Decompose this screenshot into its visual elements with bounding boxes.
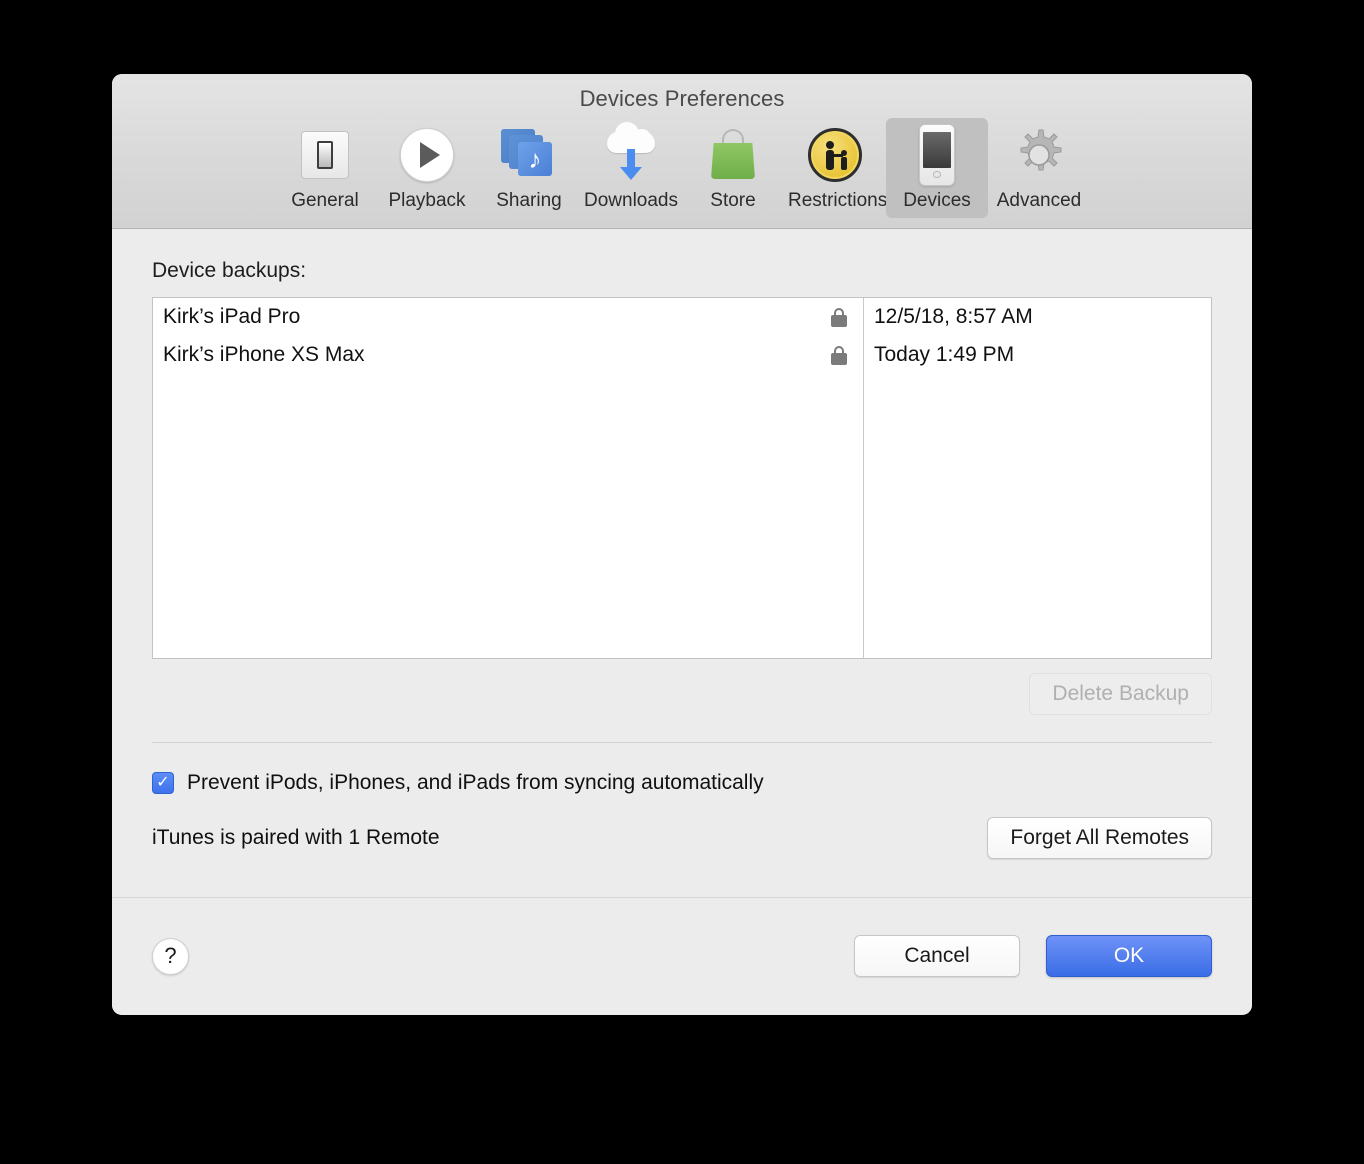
- toolbar-tab-restrictions-label: Restrictions: [788, 190, 882, 212]
- prevent-sync-checkbox[interactable]: ✓: [152, 772, 174, 794]
- delete-backup-button[interactable]: Delete Backup: [1029, 673, 1212, 715]
- backup-date: 12/5/18, 8:57 AM: [863, 305, 1033, 329]
- general-switch-icon: [278, 124, 372, 186]
- column-divider: [863, 298, 864, 658]
- devices-preferences-window: Devices Preferences General Playback ♪ S…: [112, 74, 1252, 1015]
- toolbar-tab-general-label: General: [278, 190, 372, 212]
- toolbar-tab-playback[interactable]: Playback: [376, 118, 478, 218]
- toolbar-tab-devices-label: Devices: [890, 190, 984, 212]
- toolbar-tab-playback-label: Playback: [380, 190, 474, 212]
- ok-button[interactable]: OK: [1046, 935, 1212, 977]
- prevent-sync-row[interactable]: ✓ Prevent iPods, iPhones, and iPads from…: [152, 743, 1212, 795]
- backup-date: Today 1:49 PM: [863, 343, 1014, 367]
- table-row[interactable]: Kirk’s iPad Pro 12/5/18, 8:57 AM: [153, 298, 1211, 336]
- toolbar-tab-restrictions[interactable]: Restrictions: [784, 118, 886, 218]
- backup-device-name: Kirk’s iPad Pro: [163, 305, 815, 329]
- backup-device-name: Kirk’s iPhone XS Max: [163, 343, 815, 367]
- toolbar-tab-downloads[interactable]: Downloads: [580, 118, 682, 218]
- music-stack-icon: ♪: [482, 124, 576, 186]
- parental-controls-icon: [788, 124, 882, 186]
- iphone-icon: [890, 124, 984, 186]
- shopping-bag-icon: [686, 124, 780, 186]
- prevent-sync-label: Prevent iPods, iPhones, and iPads from s…: [187, 771, 764, 795]
- toolbar-tab-advanced[interactable]: Advanced: [988, 118, 1090, 218]
- delete-backup-row: Delete Backup: [152, 659, 1212, 715]
- lock-icon: [815, 346, 863, 365]
- cloud-download-icon: [584, 124, 678, 186]
- remote-status-text: iTunes is paired with 1 Remote: [152, 826, 440, 850]
- dialog-footer: ? Cancel OK: [112, 897, 1252, 1014]
- toolbar-tab-devices[interactable]: Devices: [886, 118, 988, 218]
- device-backups-label: Device backups:: [152, 229, 1212, 297]
- help-button[interactable]: ?: [152, 938, 189, 975]
- footer-button-group: Cancel OK: [854, 935, 1212, 977]
- forget-all-remotes-button[interactable]: Forget All Remotes: [987, 817, 1212, 859]
- toolbar-tab-store[interactable]: Store: [682, 118, 784, 218]
- remote-pairing-row: iTunes is paired with 1 Remote Forget Al…: [152, 795, 1212, 859]
- devices-pane: Device backups: Kirk’s iPad Pro 12/5/18,…: [112, 229, 1252, 897]
- window-title: Devices Preferences: [112, 74, 1252, 112]
- device-backups-list[interactable]: Kirk’s iPad Pro 12/5/18, 8:57 AM Kirk’s …: [152, 297, 1212, 659]
- toolbar-tab-advanced-label: Advanced: [992, 190, 1086, 212]
- toolbar-tab-sharing[interactable]: ♪ Sharing: [478, 118, 580, 218]
- play-circle-icon: [380, 124, 474, 186]
- toolbar-tab-list: General Playback ♪ Sharing: [112, 118, 1252, 218]
- toolbar-tab-sharing-label: Sharing: [482, 190, 576, 212]
- table-row[interactable]: Kirk’s iPhone XS Max Today 1:49 PM: [153, 336, 1211, 374]
- gear-icon: [992, 124, 1086, 186]
- toolbar-tab-store-label: Store: [686, 190, 780, 212]
- question-mark-icon: ?: [164, 943, 176, 969]
- lock-icon: [815, 308, 863, 327]
- toolbar-tab-general[interactable]: General: [274, 118, 376, 218]
- preferences-toolbar: Devices Preferences General Playback ♪ S…: [112, 74, 1252, 229]
- cancel-button[interactable]: Cancel: [854, 935, 1020, 977]
- toolbar-tab-downloads-label: Downloads: [584, 190, 678, 212]
